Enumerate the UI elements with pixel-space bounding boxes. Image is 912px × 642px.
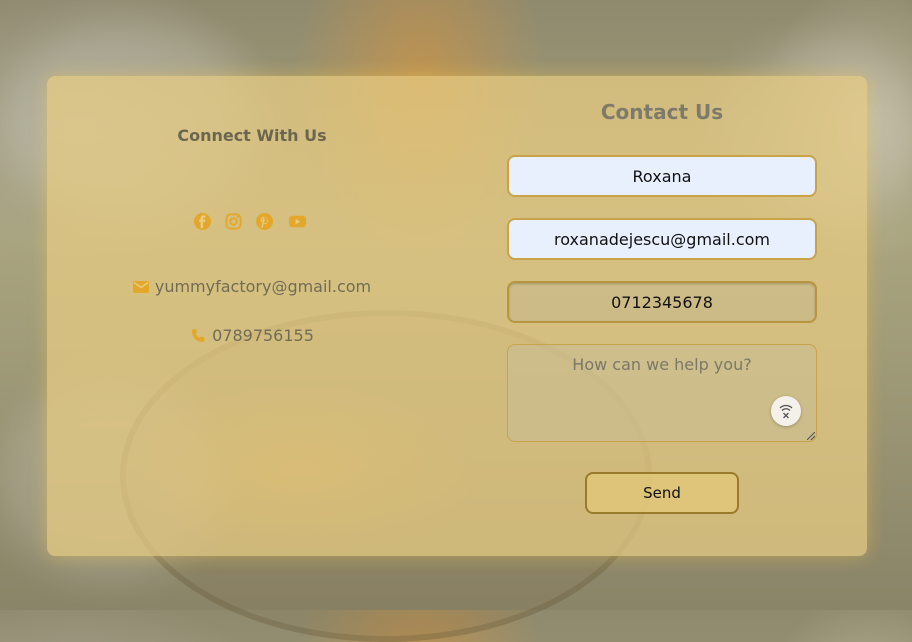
resize-handle[interactable]: [807, 432, 815, 440]
contact-title: Contact Us: [600, 100, 724, 124]
envelope-icon: [132, 280, 149, 293]
email-line: yummyfactory@gmail.com: [47, 277, 457, 296]
email-text[interactable]: yummyfactory@gmail.com: [155, 277, 371, 296]
facebook-icon[interactable]: [193, 212, 212, 231]
phone-icon: [192, 328, 205, 342]
social-links: [193, 212, 307, 231]
phone-text[interactable]: 0789756155: [212, 326, 314, 345]
youtube-icon[interactable]: [288, 212, 307, 231]
send-button[interactable]: Send: [585, 472, 739, 514]
contact-card: Connect With Us yummyfactory@gmail.com 0…: [47, 76, 867, 556]
connect-section: Connect With Us yummyfactory@gmail.com 0…: [47, 76, 457, 556]
email-field[interactable]: [507, 218, 817, 260]
message-field[interactable]: [507, 344, 817, 442]
name-field[interactable]: [507, 155, 817, 197]
contact-form: Contact Us Send: [507, 76, 817, 556]
phone-field[interactable]: [507, 281, 817, 323]
pinterest-icon[interactable]: [255, 212, 274, 231]
phone-line: 0789756155: [47, 326, 457, 345]
input-helper-icon[interactable]: [771, 396, 801, 426]
connect-title: Connect With Us: [177, 126, 327, 145]
instagram-icon[interactable]: [224, 212, 243, 231]
